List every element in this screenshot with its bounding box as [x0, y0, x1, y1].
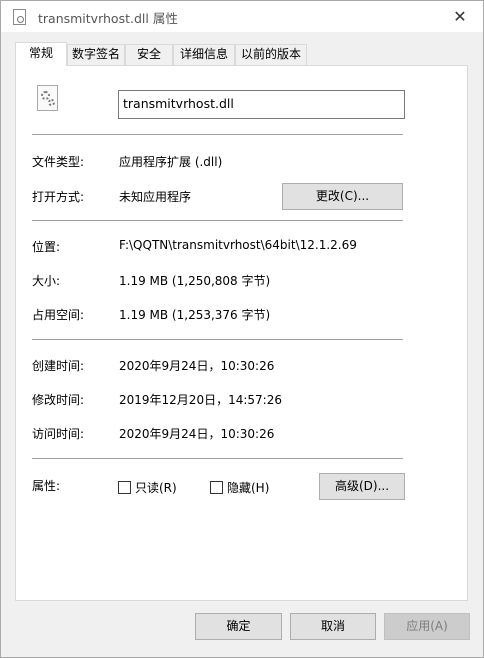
size-value: 1.19 MB (1,250,808 字节)	[119, 274, 271, 288]
accessed-value: 2020年9月24日，10:30:26	[119, 427, 275, 441]
apply-button[interactable]: 应用(A)	[384, 613, 470, 640]
hidden-checkbox-box[interactable]	[210, 480, 223, 494]
filename-field[interactable]: transmitvrhost.dll	[118, 90, 405, 119]
readonly-checkbox[interactable]: 只读(R)	[118, 479, 177, 495]
readonly-label: 只读(R)	[135, 480, 177, 495]
tab-general[interactable]: 常规	[15, 42, 67, 66]
separator	[32, 458, 403, 459]
file-type-label: 文件类型:	[32, 155, 85, 169]
ok-button[interactable]: 确定	[195, 613, 282, 640]
created-label: 创建时间:	[32, 359, 85, 373]
created-value: 2020年9月24日，10:30:26	[119, 359, 275, 373]
modified-value: 2019年12月20日，14:57:26	[119, 393, 282, 407]
separator	[32, 220, 403, 221]
advanced-button[interactable]: 高级(D)...	[319, 473, 405, 500]
separator	[32, 339, 403, 340]
hidden-checkbox[interactable]: 隐藏(H)	[210, 479, 269, 495]
opens-with-label: 打开方式:	[32, 190, 85, 204]
readonly-checkbox-box[interactable]	[118, 480, 131, 494]
location-value: F:\QQTN\transmitvrhost\64bit\12.1.2.69	[119, 238, 357, 252]
accessed-label: 访问时间:	[32, 427, 85, 441]
size-label: 大小:	[32, 274, 61, 288]
change-button[interactable]: 更改(C)...	[282, 183, 403, 210]
tab-security[interactable]: 安全	[125, 44, 173, 65]
separator	[32, 134, 403, 135]
hidden-label: 隐藏(H)	[227, 480, 270, 495]
opens-with-value: 未知应用程序	[119, 190, 192, 204]
title-bar[interactable]: transmitvrhost.dll 属性 ✕	[1, 1, 483, 32]
window-title: transmitvrhost.dll 属性	[38, 11, 178, 26]
cancel-button[interactable]: 取消	[290, 613, 376, 640]
properties-window: transmitvrhost.dll 属性 ✕ 常规 数字签名 安全 详细信息 …	[0, 0, 484, 658]
general-tab-panel	[15, 65, 468, 601]
tab-details[interactable]: 详细信息	[173, 44, 235, 65]
size-on-disk-value: 1.19 MB (1,253,376 字节)	[119, 308, 271, 322]
tab-digital-signatures[interactable]: 数字签名	[67, 44, 125, 65]
tab-previous-versions[interactable]: 以前的版本	[235, 44, 307, 65]
attributes-label: 属性:	[32, 479, 61, 493]
location-label: 位置:	[32, 240, 61, 254]
modified-label: 修改时间:	[32, 393, 85, 407]
close-button[interactable]: ✕	[437, 1, 483, 32]
dll-gear-icon	[37, 85, 58, 111]
file-icon	[13, 9, 26, 25]
file-type-value: 应用程序扩展 (.dll)	[119, 155, 223, 169]
size-on-disk-label: 占用空间:	[32, 308, 85, 322]
